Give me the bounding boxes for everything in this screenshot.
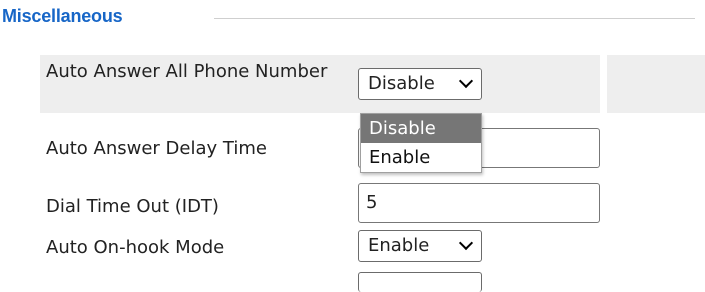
dial-time-out-input[interactable]: 5 xyxy=(358,183,600,223)
row-highlight-extension xyxy=(607,55,705,113)
auto-on-hook-mode-label: Auto On-hook Mode xyxy=(46,237,225,258)
chevron-down-icon xyxy=(458,235,474,251)
dial-time-out-label: Dial Time Out (IDT) xyxy=(46,196,219,217)
section-divider xyxy=(214,18,695,19)
section-header: Miscellaneous xyxy=(0,6,705,32)
auto-answer-dropdown-list[interactable]: Disable Enable xyxy=(360,113,482,173)
chevron-down-icon xyxy=(458,73,474,89)
auto-answer-all-phone-number-label: Auto Answer All Phone Number xyxy=(46,61,328,82)
select-value: Disable xyxy=(368,73,435,94)
select-value: Enable xyxy=(368,235,430,256)
next-row-select[interactable] xyxy=(358,272,482,292)
dropdown-option-enable[interactable]: Enable xyxy=(361,143,481,172)
auto-answer-all-phone-number-select[interactable]: Disable xyxy=(358,68,482,100)
dropdown-option-disable[interactable]: Disable xyxy=(361,114,481,143)
auto-on-hook-mode-select[interactable]: Enable xyxy=(358,230,482,262)
section-title: Miscellaneous xyxy=(2,6,123,26)
auto-answer-delay-time-label: Auto Answer Delay Time xyxy=(46,138,267,159)
